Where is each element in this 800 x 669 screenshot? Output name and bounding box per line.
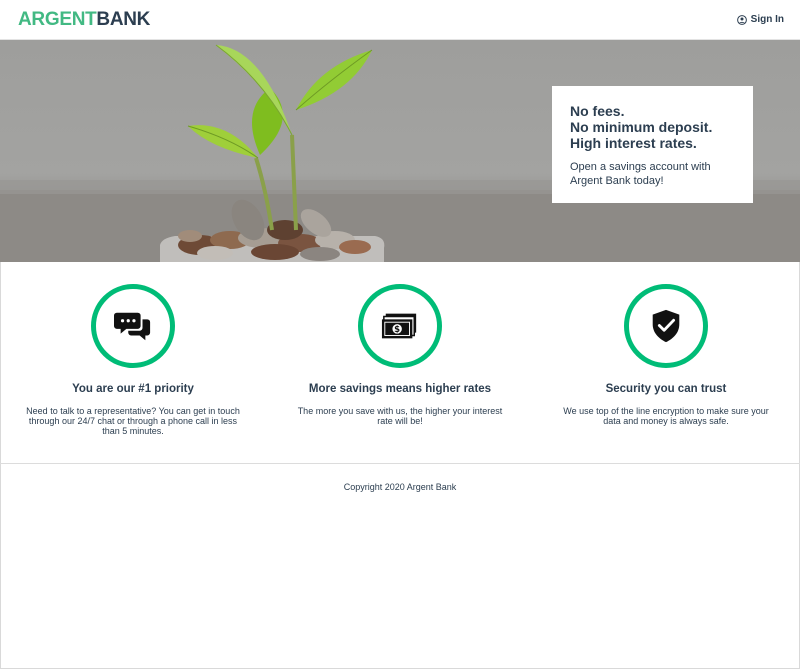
argent-bank-logo[interactable]: ARGENTBANK	[18, 10, 150, 30]
hero-subtitle: Open a savings account with Argent Bank …	[570, 161, 711, 187]
feature-icon-ring: $	[358, 284, 442, 368]
security-shield-icon	[652, 309, 680, 343]
chat-icon	[114, 312, 151, 341]
sign-in-link[interactable]: Sign In	[736, 14, 784, 25]
user-circle-icon	[736, 14, 747, 25]
hero-promo-card: No fees. No minimum deposit. High intere…	[552, 86, 753, 203]
hero-headline-3: High interest rates.	[570, 135, 697, 151]
feature-item-savings: $ More savings means higher rates The mo…	[267, 284, 533, 426]
feature-icon-ring	[624, 284, 708, 368]
svg-text:$: $	[394, 325, 400, 335]
hero-headline-2: No minimum deposit.	[570, 119, 713, 135]
feature-item-priority: You are our #1 priority Need to talk to …	[0, 284, 266, 436]
sign-in-label: Sign In	[750, 14, 784, 25]
copyright-text: Copyright 2020 Argent Bank	[343, 482, 457, 492]
hero-headline-1: No fees.	[570, 103, 625, 119]
features-section: You are our #1 priority Need to talk to …	[0, 262, 800, 464]
hero-banner: No fees. No minimum deposit. High intere…	[0, 40, 800, 262]
feature-title: Security you can trust	[605, 383, 727, 395]
feature-text: The more you save with us, the higher yo…	[297, 406, 503, 426]
money-icon: $	[381, 313, 417, 339]
page-footer: Copyright 2020 Argent Bank	[0, 482, 800, 492]
feature-title: More savings means higher rates	[308, 383, 492, 395]
feature-text: Need to talk to a representative? You ca…	[26, 406, 240, 436]
main-nav: ARGENTBANK Sign In	[0, 0, 800, 40]
feature-icon-ring	[91, 284, 175, 368]
feature-text: We use top of the line encryption to mak…	[563, 406, 769, 426]
logo-text-argent: ARGENT	[18, 9, 97, 30]
logo-text-bank: BANK	[96, 9, 151, 30]
feature-item-security: Security you can trust We use top of the…	[533, 284, 799, 426]
feature-title: You are our #1 priority	[72, 383, 194, 395]
